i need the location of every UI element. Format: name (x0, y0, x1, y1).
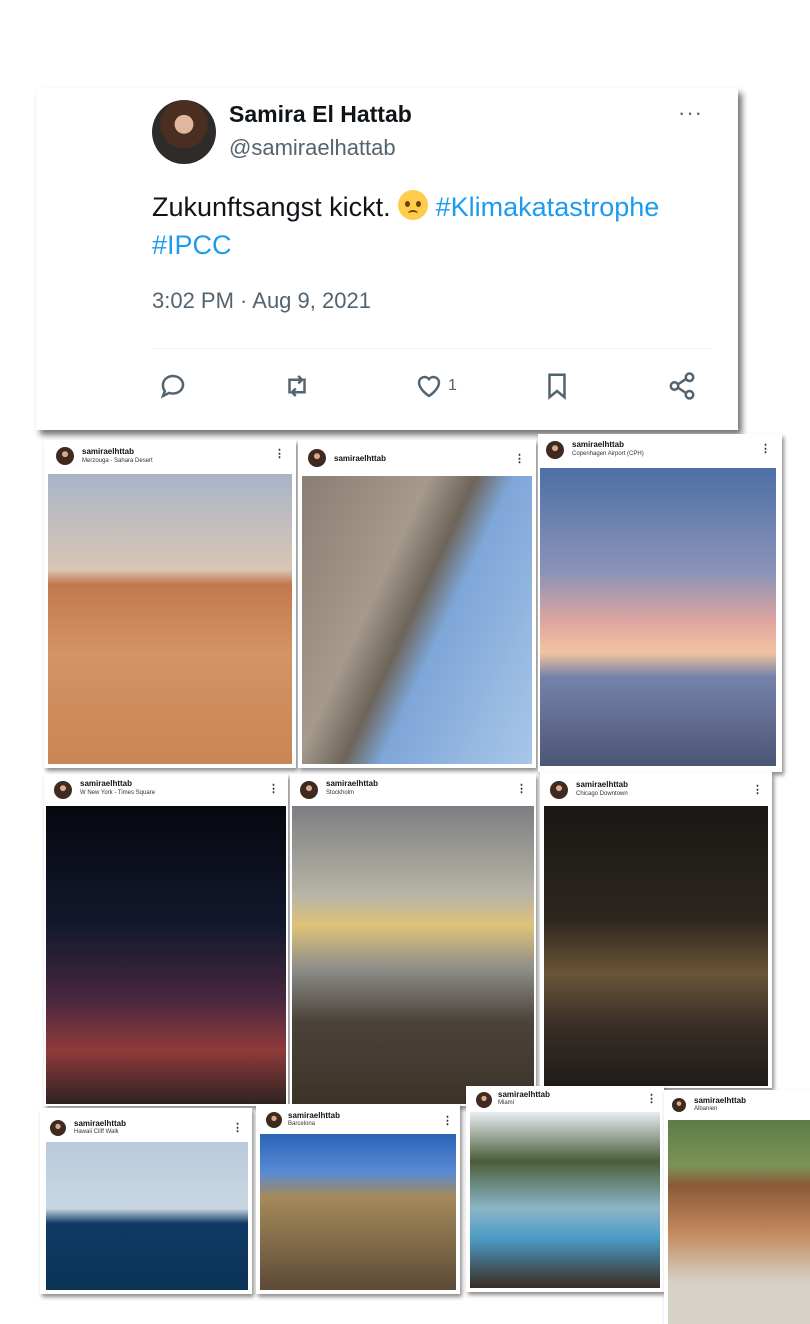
post-avatar[interactable] (672, 1098, 686, 1112)
tweet-timestamp[interactable]: 3:02 PM · Aug 9, 2021 (152, 288, 371, 314)
post-photo-chicago[interactable] (544, 806, 768, 1086)
post-avatar[interactable] (546, 441, 564, 459)
share-button[interactable] (667, 366, 697, 406)
post-avatar[interactable] (308, 449, 326, 467)
instagram-post-miami[interactable]: samiraelhttab Miami ⋮ (466, 1086, 664, 1292)
reply-button[interactable] (158, 366, 188, 406)
post-photo-colosseum[interactable] (302, 476, 532, 764)
instagram-post-copenhagen[interactable]: samiraelhttab Copenhagen Airport (CPH) ⋮ (538, 434, 782, 772)
post-location[interactable]: W New York - Times Square (80, 790, 155, 796)
post-username[interactable]: samiraelhttab (80, 779, 132, 788)
share-icon (669, 372, 695, 400)
post-more-icon[interactable]: ⋮ (268, 782, 279, 795)
tweet-text-plain: Zukunftsangst kickt. (152, 192, 391, 222)
post-username[interactable]: samiraelhttab (334, 454, 386, 463)
divider (152, 348, 712, 349)
like-count: 1 (448, 377, 457, 394)
post-location[interactable]: Albanien (694, 1106, 717, 1112)
post-username[interactable]: samiraelhttab (74, 1119, 126, 1128)
more-options-icon[interactable]: ··· (678, 100, 703, 126)
instagram-post-hawaii[interactable]: samiraelhttab Hawaii Cliff Walk ⋮ (40, 1108, 252, 1294)
instagram-post-times-square[interactable]: samiraelhttab W New York - Times Square … (44, 774, 288, 1106)
tweet-author-handle[interactable]: @samiraelhattab (229, 135, 396, 161)
instagram-post-merzouga[interactable]: samiraelhttab Merzouga - Sahara Desert ⋮ (44, 440, 296, 768)
post-photo-desert[interactable] (48, 474, 292, 764)
post-avatar[interactable] (300, 781, 318, 799)
hashtag-klimakatastrophe-link[interactable]: #Klimakatastrophe (436, 192, 660, 222)
post-location[interactable]: Miami (498, 1100, 514, 1106)
post-username[interactable]: samiraelhttab (572, 440, 624, 449)
post-location[interactable]: Merzouga - Sahara Desert (82, 458, 153, 464)
instagram-post-chicago[interactable]: samiraelhttab Chicago Downtown ⋮ (540, 772, 772, 1088)
post-more-icon[interactable]: ⋮ (442, 1114, 453, 1127)
post-photo-times-square[interactable] (46, 806, 286, 1104)
post-username[interactable]: samiraelhttab (576, 780, 628, 789)
post-more-icon[interactable]: ⋮ (514, 452, 525, 465)
instagram-post-barcelona[interactable]: samiraelhttab Barcelona ⋮ (256, 1104, 460, 1294)
post-avatar[interactable] (550, 781, 568, 799)
heart-icon (417, 375, 441, 398)
tweet-card: Samira El Hattab @samiraelhattab ··· Zuk… (36, 88, 738, 430)
post-username[interactable]: samiraelhttab (82, 447, 134, 456)
post-avatar[interactable] (266, 1112, 282, 1128)
post-avatar[interactable] (476, 1092, 492, 1108)
post-more-icon[interactable]: ⋮ (760, 442, 771, 455)
instagram-post-colosseum[interactable]: samiraelhttab ⋮ (298, 440, 536, 768)
post-avatar[interactable] (50, 1120, 66, 1136)
post-photo-sky[interactable] (540, 468, 776, 766)
post-avatar[interactable] (56, 447, 74, 465)
post-location[interactable]: Barcelona (288, 1121, 315, 1127)
post-location[interactable]: Stockholm (326, 790, 354, 796)
post-photo-barcelona[interactable] (260, 1134, 456, 1290)
post-username[interactable]: samiraelhttab (694, 1096, 746, 1105)
post-username[interactable]: samiraelhttab (288, 1111, 340, 1120)
post-more-icon[interactable]: ⋮ (516, 782, 527, 795)
post-avatar[interactable] (54, 781, 72, 799)
instagram-post-albanien[interactable]: samiraelhttab Albanien (664, 1090, 810, 1324)
post-more-icon[interactable]: ⋮ (274, 447, 285, 460)
reply-icon (160, 374, 185, 399)
post-location[interactable]: Copenhagen Airport (CPH) (572, 451, 644, 457)
tweet-action-bar: 1 (152, 366, 712, 406)
post-username[interactable]: samiraelhttab (498, 1090, 550, 1099)
post-photo-stockholm[interactable] (292, 806, 534, 1104)
instagram-post-stockholm[interactable]: samiraelhttab Stockholm ⋮ (290, 774, 536, 1106)
retweet-button[interactable] (282, 366, 312, 406)
post-photo-albanien[interactable] (668, 1120, 810, 1324)
tweet-author-name[interactable]: Samira El Hattab (229, 101, 412, 128)
post-location[interactable]: Hawaii Cliff Walk (74, 1129, 119, 1135)
post-location[interactable]: Chicago Downtown (576, 791, 628, 797)
tweet-avatar[interactable] (152, 100, 216, 164)
tweet-text: Zukunftsangst kickt. #Klimakatastrophe #… (152, 188, 722, 264)
retweet-icon (288, 375, 306, 397)
hashtag-ipcc-link[interactable]: #IPCC (152, 230, 232, 260)
post-photo-miami[interactable] (470, 1112, 660, 1288)
pleading-face-emoji-icon (398, 190, 429, 220)
post-photo-hawaii[interactable] (46, 1142, 248, 1290)
post-more-icon[interactable]: ⋮ (646, 1092, 657, 1105)
post-username[interactable]: samiraelhttab (326, 779, 378, 788)
post-more-icon[interactable]: ⋮ (232, 1121, 243, 1134)
post-more-icon[interactable]: ⋮ (752, 783, 763, 796)
bookmark-button[interactable] (542, 366, 572, 406)
bookmark-icon (548, 373, 566, 400)
like-button[interactable]: 1 (414, 366, 457, 406)
